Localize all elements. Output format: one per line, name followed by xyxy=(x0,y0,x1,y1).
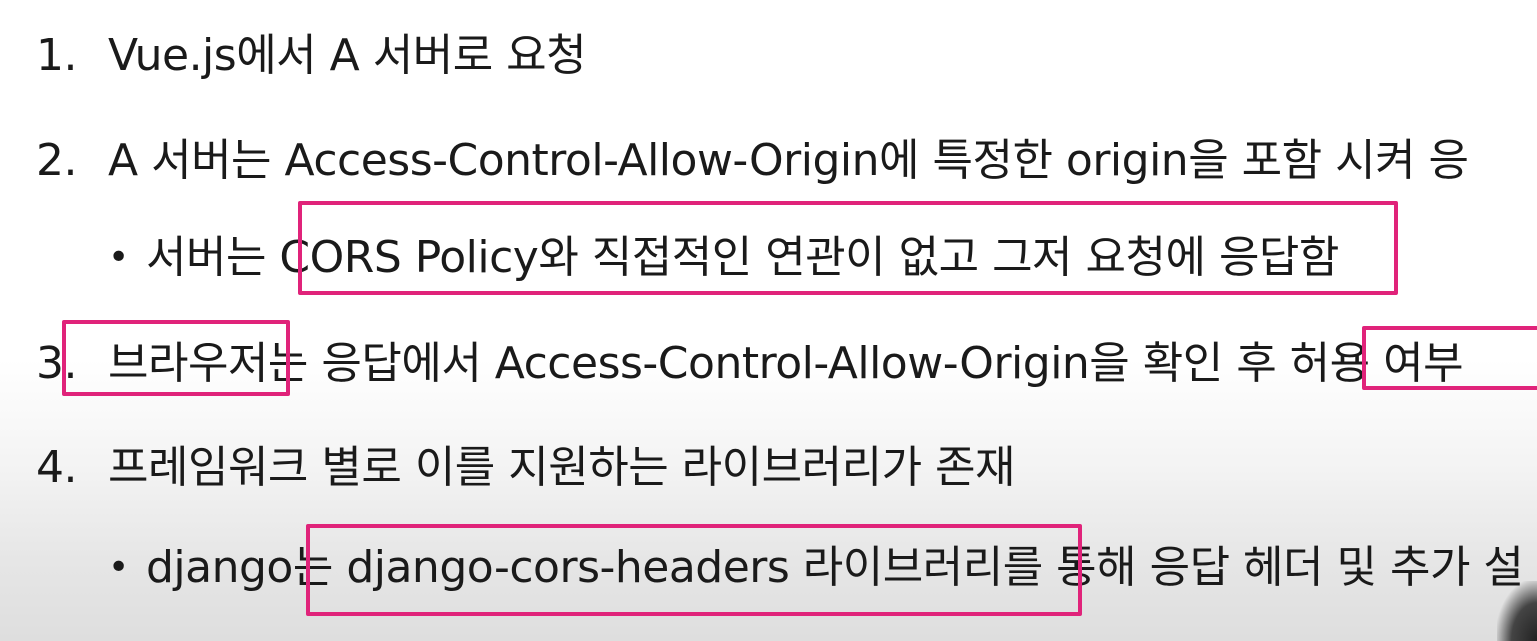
list-number: 1. xyxy=(36,30,77,81)
sub-bullet-text: django는 django-cors-headers 라이브러리를 통해 응답… xyxy=(146,542,1524,593)
list-item-text: 프레임워크 별로 이를 지원하는 라이브러리가 존재 xyxy=(108,442,1016,493)
list-item-text: A 서버는 Access-Control-Allow-Origin에 특정한 o… xyxy=(108,135,1469,186)
list-number: 3. xyxy=(36,338,77,389)
sub-bullet-text: 서버는 CORS Policy와 직접적인 연관이 없고 그저 요청에 응답함 xyxy=(146,232,1339,283)
bullet-icon: • xyxy=(108,547,129,588)
presenter-shadow xyxy=(1497,581,1537,641)
list-item-text: 브라우저는 응답에서 Access-Control-Allow-Origin을 … xyxy=(108,338,1464,389)
bullet-icon: • xyxy=(108,237,129,278)
list-number: 4. xyxy=(36,442,77,493)
list-number: 2. xyxy=(36,135,77,186)
list-item-text: Vue.js에서 A 서버로 요청 xyxy=(108,30,587,81)
